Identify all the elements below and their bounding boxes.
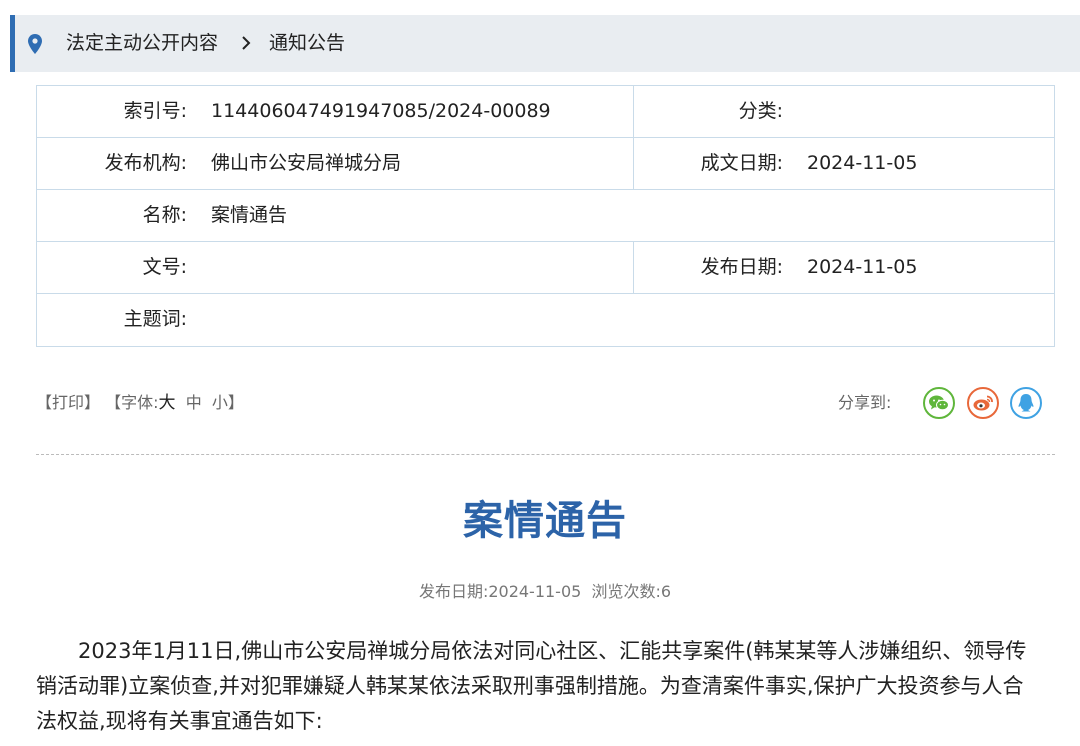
font-size-prefix: 【字体: (105, 393, 159, 412)
chevron-right-icon (240, 32, 252, 59)
location-pin-icon (28, 34, 42, 54)
article-toolbar: 【打印】 【字体:大 中 小】 (36, 392, 244, 414)
written-date-value: 2024-11-05 (807, 152, 918, 174)
meta-row: 索引号: 114406047491947085/2024-00089 分类: (37, 86, 1054, 138)
written-date-label: 成文日期: (700, 152, 783, 174)
font-size-medium-link[interactable]: 中 (186, 393, 202, 412)
breadcrumb-current-notices: 通知公告 (269, 32, 346, 54)
doc-number-label: 文号: (142, 256, 187, 278)
column-divider (633, 86, 634, 137)
name-label: 名称: (142, 204, 187, 226)
font-size-small-link[interactable]: 小 (212, 393, 228, 412)
weibo-icon (973, 395, 993, 411)
wechat-icon (929, 395, 949, 411)
print-link[interactable]: 【打印】 (36, 393, 100, 412)
publish-date-value: 2024-11-05 (807, 256, 918, 278)
index-label: 索引号: (123, 100, 187, 122)
article-title: 案情通告 (463, 498, 627, 544)
category-label: 分类: (738, 100, 783, 122)
publisher-value: 佛山市公安局禅城分局 (211, 152, 402, 174)
column-divider (633, 242, 634, 293)
section-divider (36, 454, 1055, 455)
article-meta: 发布日期:2024-11-05 浏览次数:6 (418, 582, 672, 601)
column-divider (633, 138, 634, 189)
meta-row: 发布机构: 佛山市公安局禅城分局 成文日期: 2024-11-05 (37, 138, 1054, 190)
index-value: 114406047491947085/2024-00089 (211, 100, 551, 122)
qq-icon (1018, 394, 1034, 412)
breadcrumb-link-public-content[interactable]: 法定主动公开内容 (66, 31, 218, 55)
meta-row: 文号: 发布日期: 2024-11-05 (37, 242, 1054, 294)
keywords-label: 主题词: (123, 308, 187, 330)
font-size-large-link[interactable]: 大 (159, 393, 176, 413)
breadcrumb: 法定主动公开内容 通知公告 (10, 15, 1080, 72)
meta-row: 主题词: (37, 294, 1054, 346)
publisher-label: 发布机构: (104, 152, 187, 174)
share-label: 分享到: (838, 393, 892, 412)
share-qq-button[interactable] (1010, 387, 1042, 419)
font-size-suffix: 】 (227, 393, 244, 412)
publish-date-label: 发布日期: (700, 256, 783, 278)
name-value: 案情通告 (211, 204, 288, 226)
meta-row: 名称: 案情通告 (37, 190, 1054, 242)
share-wechat-button[interactable] (923, 387, 955, 419)
article-paragraph: 2023年1月11日,佛山市公安局禅城分局依法对同心社区、汇能共享案件(韩某某等… (36, 639, 1027, 733)
metadata-table: 索引号: 114406047491947085/2024-00089 分类: 发… (36, 85, 1055, 347)
share-weibo-button[interactable] (967, 387, 999, 419)
